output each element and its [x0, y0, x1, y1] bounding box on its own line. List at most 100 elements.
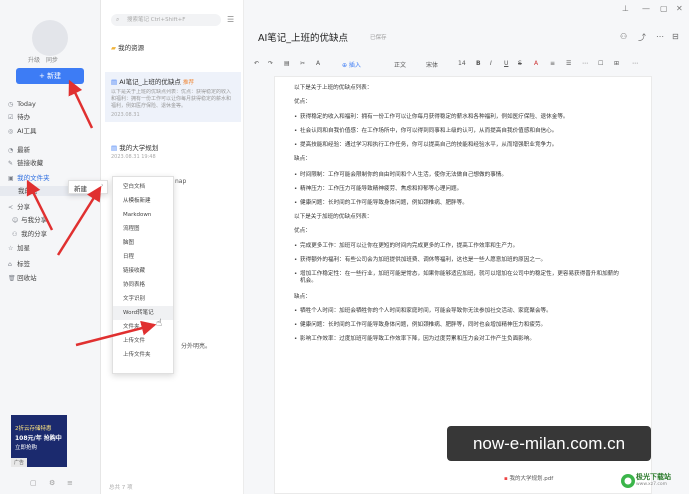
sidebar-item-my-folders[interactable]: ▣ 我的文件夹 [8, 173, 50, 183]
list-icon[interactable]: ☰ [566, 60, 571, 67]
sidebar-item-link-collection[interactable]: ✎ 链接收藏 [8, 158, 43, 168]
new-submenu: 空白文档 从模板新建 Markdown 流程图 脑图 日程 链接收藏 协同表格 … [112, 176, 174, 374]
folder-icon: ▰ [111, 44, 116, 52]
more-options-icon[interactable]: ⊟ [672, 32, 679, 41]
align-icon[interactable]: ≡ [550, 60, 555, 67]
table-icon[interactable]: ⊞ [614, 60, 619, 67]
menu-item-word-to-note[interactable]: Word转笔记 [113, 306, 173, 320]
sidebar-item-todo[interactable]: ☑ 待办 [8, 112, 30, 122]
font-family-select[interactable]: 宋体 [426, 60, 438, 69]
list-bullet-item: 获得稳定的收入和福利：拥有一份工作可以让你每月获得稳定的薪水和各种福利，例如医疗… [294, 114, 569, 121]
sidebar-item-label: 标签 [17, 260, 31, 268]
sync-button[interactable]: 同步 [46, 55, 58, 64]
promo-cta: 立即抢购 [15, 445, 38, 451]
menu-item-blank-doc[interactable]: 空白文档 [113, 180, 173, 194]
window-icon[interactable]: ▢ [30, 479, 37, 487]
document-title[interactable]: AI笔记_上班的优缺点 [258, 30, 348, 44]
share-with-me-icon: ☺ [12, 217, 19, 224]
sidebar-item-today[interactable]: ◷ Today [8, 99, 36, 109]
avatar[interactable] [32, 20, 68, 56]
search-input[interactable]: ⌕ 搜索笔记 Ctrl+Shift+F [111, 14, 221, 26]
sidebar-item-label: Today [17, 100, 36, 108]
attachment-name: 我的大学规划.pdf [509, 476, 554, 482]
user-icon[interactable]: ⚇ [620, 32, 627, 41]
pin-icon[interactable]: ⊥ [622, 4, 629, 13]
my-share-icon: ⚇ [12, 231, 18, 238]
sidebar-item-trash[interactable]: 🗑 回收站 [8, 273, 37, 283]
sidebar-item-label: 与我分享 [21, 216, 48, 224]
more-icon[interactable]: ⋯ [656, 32, 664, 41]
menu-item-collab-sheet[interactable]: 协同表格 [113, 278, 173, 292]
font-size-select[interactable]: 14 [458, 60, 466, 67]
paragraph: 优点： [294, 228, 311, 234]
checkbox-icon[interactable]: ☐ [598, 60, 603, 67]
settings-icon[interactable]: ⚙ [49, 479, 55, 487]
sidebar-item-shared-with-me[interactable]: ☺ 与我分享 [12, 215, 47, 225]
new-button[interactable]: + 新建 [16, 68, 84, 84]
menu-item-folder[interactable]: 文件夹 [113, 320, 173, 334]
minimize-icon[interactable]: — [642, 4, 650, 13]
list-bullet-item: 牺牲个人时间：加班会牺牲你的个人时间和家庭时间，可能会导致你无法参加社交活动、家… [294, 308, 552, 315]
note-list-item[interactable]: ▤ AI笔记_上班的优缺点 推荐 以下是关于上班的优缺点列表：优点：获得稳定的收… [105, 72, 241, 122]
sidebar-item-share[interactable]: ≺ 分享 [8, 202, 30, 212]
logo-url: www.xz7.com [636, 482, 667, 487]
menu-item-from-template[interactable]: 从模板新建 [113, 194, 173, 208]
menu-item-ocr[interactable]: 文字识别 [113, 292, 173, 306]
redo-icon[interactable]: ↷ [268, 60, 273, 67]
folder-item[interactable]: ▰ 我的资源 [111, 42, 144, 52]
format-painter-icon[interactable]: ▤ [284, 60, 290, 67]
menu-item-flowchart[interactable]: 流程图 [113, 222, 173, 236]
share-icon[interactable]: ⤴ [638, 32, 646, 43]
strikethrough-icon[interactable]: S [518, 60, 522, 67]
menu-icon[interactable]: ≡ [67, 479, 73, 487]
paragraph: 缺点： [294, 294, 311, 300]
ad-label: 广告 [11, 458, 28, 467]
folder-icon: ▣ [8, 175, 14, 182]
list-bullet-item: 提高技能和经验：通过学习和执行工作任务，你可以提高自己的技能和经验水平，从而增强… [294, 142, 557, 149]
close-icon[interactable]: ✕ [676, 4, 683, 13]
list-bullet-item: 获得额外的福利：有些公司会为加班提供加班费、调休等福利，这也是一些人愿意加班的原… [294, 257, 546, 264]
paragraph-style-select[interactable]: 正文 [394, 60, 406, 69]
note-list-item[interactable]: ▤ 我的大学规划 2023.08.31 19:48 [105, 138, 241, 164]
link-icon: ✎ [8, 160, 14, 167]
search-placeholder: 搜索笔记 Ctrl+Shift+F [127, 17, 186, 23]
document-icon: ▤ [111, 144, 118, 152]
note-date: 2023.08.31 [111, 112, 140, 118]
insert-button[interactable]: ⊕ 插入 [342, 60, 361, 69]
more-format-icon[interactable]: ⋯ [582, 60, 588, 67]
sidebar-item-recent[interactable]: ◔ 最新 [8, 145, 30, 155]
promo-banner[interactable]: 2折云存储特惠 108元/年 抢购中 立即抢购 广告 [11, 415, 67, 467]
menu-item-link-collection[interactable]: 链接收藏 [113, 264, 173, 278]
underline-icon[interactable]: U [504, 60, 508, 67]
paragraph: 优点： [294, 99, 311, 105]
trash-icon: 🗑 [8, 275, 16, 282]
sidebar-item-starred[interactable]: ☆ 加星 [8, 243, 30, 253]
sidebar-item-label: 分享 [17, 203, 31, 211]
upgrade-link[interactable]: 升级 [28, 55, 40, 64]
italic-icon[interactable]: I [490, 60, 492, 67]
sidebar-item-tags[interactable]: ⌂ 标签 [8, 259, 30, 269]
text-color-icon[interactable]: A [316, 60, 320, 67]
toolbar-more-icon[interactable]: ⋯ [632, 60, 638, 67]
cursor-hand-icon: ☝ [156, 318, 163, 329]
chevron-right-icon: › [101, 182, 104, 189]
undo-icon[interactable]: ↶ [254, 60, 259, 67]
menu-item-upload-file[interactable]: 上传文件 [113, 334, 173, 348]
search-icon: ⌕ [116, 16, 120, 23]
menu-item-mindmap[interactable]: 脑图 [113, 236, 173, 250]
sidebar-item-my-shares[interactable]: ⚇ 我的分享 [12, 229, 47, 239]
sidebar-item-label: 我的文件夹 [17, 174, 50, 182]
sort-icon[interactable]: ☰ [227, 15, 234, 24]
note-title: AI笔记_上班的优缺点 [119, 78, 181, 86]
sidebar-item-ai-tools[interactable]: ◎ AI工具 [8, 126, 36, 136]
attachment-file[interactable]: ▪ 我的大学规划.pdf [504, 474, 553, 482]
font-color-icon[interactable]: A [534, 60, 538, 67]
maximize-icon[interactable]: ▢ [660, 4, 668, 13]
bold-icon[interactable]: B [476, 60, 481, 67]
sidebar-item-label: 回收站 [17, 274, 37, 282]
clear-format-icon[interactable]: ✂ [300, 60, 305, 67]
editor-panel: ⊥ — ▢ ✕ AI笔记_上班的优缺点 已保存 ⚇ ⤴ ⋯ ⊟ ↶ ↷ ▤ ✂ … [244, 0, 689, 494]
menu-item-markdown[interactable]: Markdown [113, 208, 173, 222]
menu-item-schedule[interactable]: 日程 [113, 250, 173, 264]
menu-item-upload-folder[interactable]: 上传文件夹 [113, 348, 173, 362]
